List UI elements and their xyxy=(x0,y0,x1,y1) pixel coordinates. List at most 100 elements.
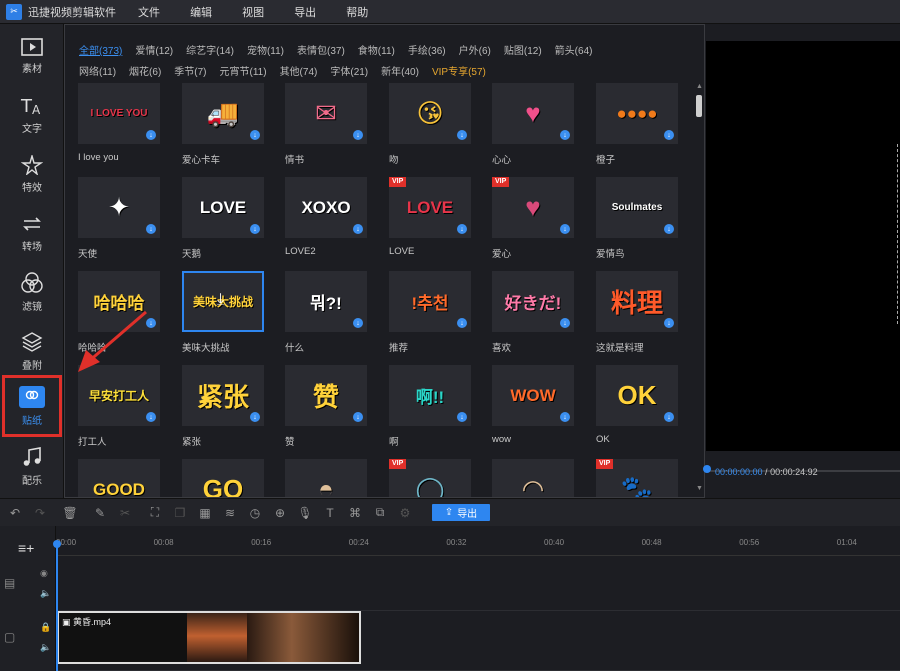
category-tab[interactable]: 户外(6) xyxy=(459,42,491,62)
sticker-thumbnail[interactable]: GO↓ xyxy=(182,459,264,497)
sticker-item[interactable]: 早安打工人 ↓ 打工人 xyxy=(78,365,160,448)
scroll-thumb[interactable] xyxy=(696,95,702,117)
audio-wave-icon[interactable]: ≋ xyxy=(219,502,241,524)
category-tab[interactable]: 综艺字(14) xyxy=(186,42,234,62)
sticker-thumbnail[interactable]: 美味大挑战 ⤓ xyxy=(182,271,264,332)
text-to-speech-icon[interactable]: T xyxy=(319,502,341,524)
download-icon[interactable]: ↓ xyxy=(353,318,363,328)
sticker-item[interactable]: !추천 ↓ 推荐 xyxy=(389,271,471,354)
delete-icon[interactable]: 🗑 xyxy=(59,502,81,524)
download-icon[interactable]: ↓ xyxy=(146,130,156,140)
sticker-item[interactable]: XOXO ↓ LOVE2 xyxy=(285,177,367,257)
download-icon[interactable]: ↓ xyxy=(250,224,260,234)
sticker-thumbnail[interactable]: GOOD↓ xyxy=(78,459,160,497)
download-icon[interactable]: ↓ xyxy=(250,412,260,422)
category-tab[interactable]: 新年(40) xyxy=(381,63,419,83)
track-mute-icon[interactable]: 🔈 xyxy=(40,642,51,653)
sticker-item[interactable]: OK ↓ OK xyxy=(596,365,678,445)
timeline-playhead[interactable] xyxy=(56,542,58,671)
sticker-thumbnail[interactable]: Soulmates ↓ xyxy=(596,177,678,238)
sticker-thumbnail[interactable]: ◯VIP↓ xyxy=(389,459,471,497)
sticker-item[interactable]: ◯VIP↓ xyxy=(389,459,471,497)
download-icon[interactable]: ↓ xyxy=(664,412,674,422)
redo-icon[interactable]: ↷ xyxy=(29,502,51,524)
sticker-item[interactable]: LOVE VIP ↓ LOVE xyxy=(389,177,471,257)
download-icon[interactable]: ↓ xyxy=(664,318,674,328)
download-icon[interactable]: ↓ xyxy=(560,224,570,234)
sticker-thumbnail[interactable]: !추천 ↓ xyxy=(389,271,471,332)
sticker-thumbnail[interactable]: 🚚 ↓ xyxy=(182,83,264,144)
sidebar-item-filter[interactable]: 滤镜 xyxy=(0,264,64,320)
copy-icon[interactable]: ❐ xyxy=(169,502,191,524)
sticker-item[interactable]: GOOD↓ xyxy=(78,459,160,497)
sticker-thumbnail[interactable]: 뭐?! ↓ xyxy=(285,271,367,332)
sticker-thumbnail[interactable]: 早安打工人 ↓ xyxy=(78,365,160,426)
sticker-thumbnail[interactable]: 好きだ! ↓ xyxy=(492,271,574,332)
sidebar-item-transition[interactable]: 转场 xyxy=(0,205,64,261)
sticker-item[interactable]: ♥ ↓ 心心 xyxy=(492,83,574,166)
download-icon[interactable]: ↓ xyxy=(146,412,156,422)
sticker-item[interactable]: 啊!! ↓ 啊 xyxy=(389,365,471,448)
category-tab[interactable]: VIP专享(57) xyxy=(432,63,486,83)
category-tab[interactable]: 全部(373) xyxy=(79,42,122,62)
zoom-icon[interactable]: ⊕ xyxy=(269,502,291,524)
track-mute-icon[interactable]: 🔈 xyxy=(40,588,51,599)
playhead-handle[interactable] xyxy=(53,540,61,548)
sticker-item[interactable]: ✦ ↓ 天使 xyxy=(78,177,160,260)
download-icon[interactable]: ↓ xyxy=(560,318,570,328)
category-tab[interactable]: 季节(7) xyxy=(174,63,206,83)
menu-export[interactable]: 导出 xyxy=(294,7,316,19)
edit-icon[interactable]: ✎ xyxy=(89,502,111,524)
menu-view[interactable]: 视图 xyxy=(242,7,264,19)
sticker-thumbnail[interactable]: ✉ ↓ xyxy=(285,83,367,144)
speed-icon[interactable]: ◷ xyxy=(244,502,266,524)
sticker-thumbnail[interactable]: 🐾VIP↓ xyxy=(596,459,678,497)
layers-icon[interactable]: ⧉ xyxy=(369,502,391,524)
sticker-thumbnail[interactable]: ♥ ↓ xyxy=(492,83,574,144)
download-icon[interactable]: ↓ xyxy=(146,318,156,328)
sidebar-item-text[interactable]: TA 文字 xyxy=(0,87,64,143)
sticker-item[interactable]: 뭐?! ↓ 什么 xyxy=(285,271,367,354)
sidebar-item-sticker[interactable]: 贴纸 xyxy=(2,375,62,437)
tag-icon[interactable]: ⌘ xyxy=(344,502,366,524)
sticker-item[interactable]: Soulmates ↓ 爱情鸟 xyxy=(596,177,678,260)
time-ruler[interactable]: 00:00 00:08 00:16 00:24 00:32 00:40 00:48 00:56… xyxy=(56,526,900,556)
add-track-icon[interactable]: ≡+ xyxy=(18,540,34,556)
sticker-thumbnail[interactable]: OK ↓ xyxy=(596,365,678,426)
sticker-thumbnail[interactable]: ◓↓ xyxy=(285,459,367,497)
sticker-thumbnail[interactable]: LOVE VIP ↓ xyxy=(389,177,471,238)
category-tab[interactable]: 烟花(6) xyxy=(129,63,161,83)
scroll-up-icon[interactable]: ▲ xyxy=(696,83,703,91)
sticker-item[interactable]: 美味大挑战 ⤓ 美味大挑战 xyxy=(182,271,264,354)
sticker-thumbnail[interactable]: ✦ ↓ xyxy=(78,177,160,238)
download-icon[interactable]: ↓ xyxy=(250,130,260,140)
category-tab[interactable]: 箭头(64) xyxy=(555,42,593,62)
sticker-thumbnail[interactable]: 😘 ↓ xyxy=(389,83,471,144)
category-tab[interactable]: 宠物(11) xyxy=(247,42,284,62)
sticker-thumbnail[interactable]: 紧张 ↓ xyxy=(182,365,264,426)
sticker-item[interactable]: WOW ↓ wow xyxy=(492,365,574,445)
sticker-scrollbar[interactable]: ▲ ▼ xyxy=(696,83,703,493)
download-icon[interactable]: ↓ xyxy=(353,224,363,234)
sidebar-item-media[interactable]: 素材 xyxy=(0,28,64,84)
category-tab[interactable]: 其他(74) xyxy=(280,63,318,83)
download-icon[interactable]: ↓ xyxy=(353,412,363,422)
sticker-thumbnail[interactable]: ♥ VIP ↓ xyxy=(492,177,574,238)
sticker-thumbnail[interactable]: I LOVE YOU ↓ xyxy=(78,83,160,144)
sticker-item[interactable]: 好きだ! ↓ 喜欢 xyxy=(492,271,574,354)
sticker-item[interactable]: ◠↓ xyxy=(492,459,574,497)
category-tab[interactable]: 爱情(12) xyxy=(135,42,173,62)
download-icon[interactable]: ↓ xyxy=(457,318,467,328)
crop-icon[interactable]: ⛶ xyxy=(144,502,166,524)
mosaic-icon[interactable]: ▦ xyxy=(194,502,216,524)
undo-icon[interactable]: ↶ xyxy=(4,502,26,524)
sidebar-item-overlay[interactable]: 叠附 xyxy=(0,323,64,379)
sticker-item[interactable]: LOVE ↓ 天鹅 xyxy=(182,177,264,260)
track-lock-icon[interactable]: 🔒 xyxy=(40,622,51,633)
download-icon[interactable]: ⤓ xyxy=(217,291,224,309)
sticker-thumbnail[interactable]: 赞 ↓ xyxy=(285,365,367,426)
category-tab[interactable]: 字体(21) xyxy=(330,63,368,83)
sticker-item[interactable]: ◓↓ xyxy=(285,459,367,497)
track-visibility-icon[interactable]: ◉ xyxy=(40,568,48,579)
sticker-item[interactable]: 😘 ↓ 吻 xyxy=(389,83,471,166)
